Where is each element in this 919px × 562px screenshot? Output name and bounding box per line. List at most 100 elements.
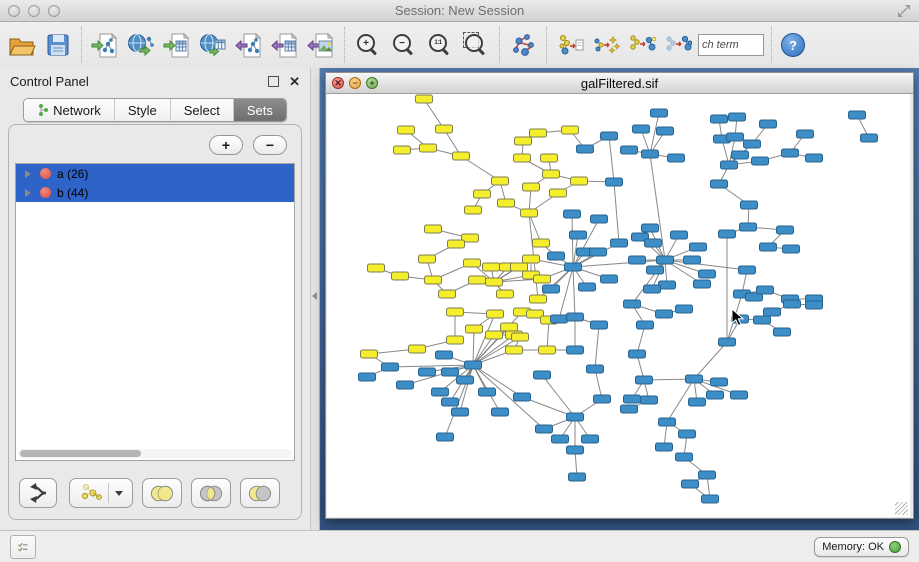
graph-node-selected[interactable] <box>562 126 579 134</box>
graph-node-selected[interactable] <box>361 350 378 358</box>
new-network-from-selection-button[interactable] <box>552 25 588 65</box>
graph-node-selected[interactable] <box>498 199 515 207</box>
graph-node-selected[interactable] <box>511 263 528 271</box>
graph-edge[interactable] <box>595 325 599 369</box>
collapse-panel-icon[interactable] <box>312 292 317 300</box>
graph-node[interactable] <box>777 226 794 234</box>
network-window-titlebar[interactable]: ✕ − + galFiltered.sif <box>326 73 913 94</box>
graph-node[interactable] <box>671 231 688 239</box>
minimize-window-icon[interactable] <box>28 5 40 17</box>
graph-node[interactable] <box>436 351 453 359</box>
export-network-button[interactable] <box>231 25 267 65</box>
graph-node[interactable] <box>797 130 814 138</box>
union-sets-button[interactable] <box>142 478 182 508</box>
graph-node[interactable] <box>570 231 587 239</box>
graph-node[interactable] <box>629 350 646 358</box>
sets-list[interactable]: a (26)b (44) <box>15 163 295 461</box>
graph-node[interactable] <box>740 223 757 231</box>
import-network-web-button[interactable] <box>123 25 159 65</box>
graph-node-selected[interactable] <box>550 189 567 197</box>
first-neighbors-button[interactable] <box>624 25 660 65</box>
horizontal-scrollbar[interactable] <box>18 449 292 458</box>
graph-node[interactable] <box>548 252 565 260</box>
graph-node[interactable] <box>601 132 618 140</box>
graph-node[interactable] <box>731 391 748 399</box>
graph-node-selected[interactable] <box>487 310 504 318</box>
graph-node[interactable] <box>702 495 719 503</box>
open-session-button[interactable] <box>4 25 40 65</box>
graph-node[interactable] <box>782 149 799 157</box>
graph-node[interactable] <box>577 145 594 153</box>
tab-sets[interactable]: Sets <box>234 99 286 121</box>
graph-edge[interactable] <box>460 365 473 412</box>
graph-node-selected[interactable] <box>534 275 551 283</box>
graph-node[interactable] <box>636 376 653 384</box>
graph-node[interactable] <box>624 300 641 308</box>
graph-node-selected[interactable] <box>394 146 411 154</box>
graph-node-selected[interactable] <box>439 290 456 298</box>
graph-node-selected[interactable] <box>571 177 588 185</box>
scrollbar-thumb[interactable] <box>20 450 141 457</box>
import-table-web-button[interactable] <box>195 25 231 65</box>
graph-node[interactable] <box>699 471 716 479</box>
zoom-window-icon[interactable] <box>48 5 60 17</box>
tab-network[interactable]: Network <box>24 99 115 121</box>
graph-node-selected[interactable] <box>465 206 482 214</box>
graph-node-selected[interactable] <box>506 346 523 354</box>
split-set-button[interactable] <box>19 478 57 508</box>
set-row[interactable]: b (44) <box>16 183 294 202</box>
graph-node[interactable] <box>668 154 685 162</box>
graph-node-selected[interactable] <box>425 225 442 233</box>
graph-node-selected[interactable] <box>409 345 426 353</box>
graph-node[interactable] <box>419 368 436 376</box>
graph-node-selected[interactable] <box>469 276 486 284</box>
graph-node[interactable] <box>582 435 599 443</box>
graph-node[interactable] <box>479 388 496 396</box>
graph-node[interactable] <box>659 418 676 426</box>
graph-node[interactable] <box>642 150 659 158</box>
graph-node[interactable] <box>752 157 769 165</box>
graph-node-selected[interactable] <box>541 154 558 162</box>
graph-node[interactable] <box>754 316 771 324</box>
graph-node[interactable] <box>784 300 801 308</box>
tab-select[interactable]: Select <box>171 99 234 121</box>
graph-node[interactable] <box>657 127 674 135</box>
graph-node[interactable] <box>806 301 823 309</box>
graph-node[interactable] <box>711 115 728 123</box>
import-table-file-button[interactable] <box>159 25 195 65</box>
close-panel-icon[interactable]: ✕ <box>289 75 300 88</box>
graph-edge[interactable] <box>572 214 573 267</box>
graph-edge[interactable] <box>614 182 619 243</box>
graph-node[interactable] <box>659 281 676 289</box>
graph-node[interactable] <box>739 266 756 274</box>
select-stars-button[interactable] <box>588 25 624 65</box>
graph-node-selected[interactable] <box>521 209 538 217</box>
intersect-sets-button[interactable] <box>191 478 231 508</box>
graph-node[interactable] <box>382 363 399 371</box>
zoom-fit-button[interactable] <box>458 25 494 65</box>
graph-node[interactable] <box>676 305 693 313</box>
graph-node[interactable] <box>359 373 376 381</box>
create-set-from-network-button[interactable] <box>69 478 133 508</box>
close-window-icon[interactable] <box>8 5 20 17</box>
graph-node[interactable] <box>727 133 744 141</box>
graph-node[interactable] <box>601 275 618 283</box>
graph-node[interactable] <box>452 408 469 416</box>
graph-node[interactable] <box>644 285 661 293</box>
graph-node-selected[interactable] <box>501 323 518 331</box>
graph-node[interactable] <box>567 346 584 354</box>
graph-node[interactable] <box>676 453 693 461</box>
graph-node[interactable] <box>684 256 701 264</box>
graph-node[interactable] <box>543 285 560 293</box>
graph-node-selected[interactable] <box>533 239 550 247</box>
graph-node[interactable] <box>534 371 551 379</box>
graph-node[interactable] <box>567 446 584 454</box>
apply-layout-button[interactable] <box>505 25 541 65</box>
graph-node[interactable] <box>465 361 482 369</box>
memory-status-button[interactable]: Memory: OK <box>814 537 909 557</box>
graph-node-selected[interactable] <box>398 126 415 134</box>
graph-node[interactable] <box>642 224 659 232</box>
graph-node[interactable] <box>849 111 866 119</box>
graph-node[interactable] <box>760 120 777 128</box>
graph-node[interactable] <box>764 308 781 316</box>
